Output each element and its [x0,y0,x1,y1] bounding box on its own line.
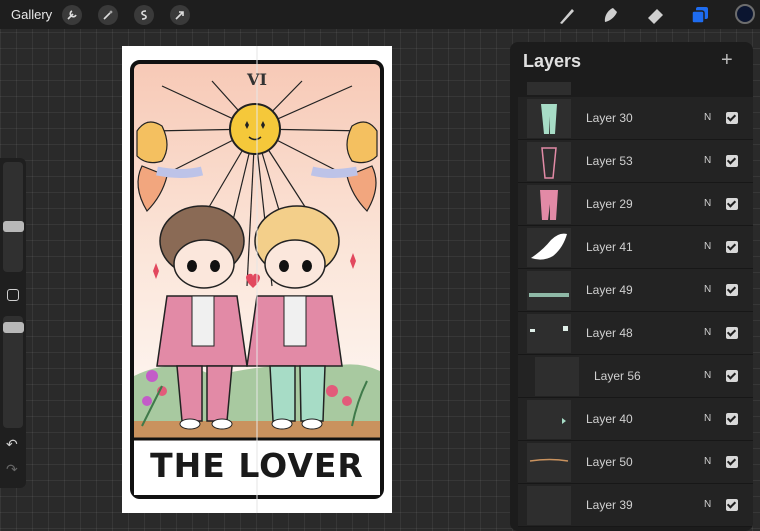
layer-name: Layer 50 [586,455,633,469]
layer-row[interactable]: Layer 41 N [518,226,753,269]
brush-size-slider[interactable] [3,162,23,272]
visibility-checkbox[interactable] [726,413,738,425]
layer-name: Layer 30 [586,111,633,125]
layer-name: Layer 41 [586,240,633,254]
smudge-icon[interactable] [599,4,621,26]
layer-row[interactable]: Layer 39 N [518,484,753,527]
layer-row[interactable]: Layer 50 N [518,441,753,484]
layer-thumbnail-partial [527,82,571,95]
blend-mode-button[interactable]: N [704,241,711,252]
layer-name: Layer 40 [586,412,633,426]
left-sidebar: ↶ ↷ [0,158,26,488]
layer-row[interactable]: Layer 30 N [518,97,753,140]
layer-row[interactable]: Layer 48 N [518,312,753,355]
visibility-checkbox[interactable] [726,198,738,210]
visibility-checkbox[interactable] [726,499,738,511]
layer-thumbnail [535,357,579,396]
tarot-card-artwork [122,46,392,513]
visibility-checkbox[interactable] [726,370,738,382]
eraser-icon[interactable] [645,4,667,26]
layer-row[interactable]: Layer 29 N [518,183,753,226]
card-numeral: VI [247,70,267,89]
selection-icon[interactable] [134,5,154,25]
layer-thumbnail [527,443,571,482]
blend-mode-button[interactable]: N [704,413,711,424]
layers-icon[interactable] [689,4,711,26]
modify-button[interactable] [7,289,19,301]
drawing-canvas[interactable]: VI THE LOVER [122,46,392,513]
layer-name: Layer 53 [586,154,633,168]
visibility-checkbox[interactable] [726,112,738,124]
top-toolbar: Gallery [0,0,760,29]
layer-name: Layer 49 [586,283,633,297]
color-picker-swatch[interactable] [735,4,755,24]
layer-thumbnail [527,142,571,181]
card-title: THE LOVER [150,446,364,485]
layer-row[interactable]: Layer 56 N [518,355,753,398]
undo-icon[interactable]: ↶ [6,436,18,453]
layer-row[interactable]: Layer 40 N [518,398,753,441]
layer-thumbnail [527,185,571,224]
opacity-thumb[interactable] [3,322,24,333]
layer-name: Layer 29 [586,197,633,211]
layer-name: Layer 56 [594,369,641,383]
layer-name: Layer 39 [586,498,633,512]
layer-thumbnail [527,271,571,310]
layers-panel: Layers + Layer 30 N Layer 53 N Layer 29 … [510,42,753,531]
blend-mode-button[interactable]: N [704,198,711,209]
blend-mode-button[interactable]: N [704,499,711,510]
visibility-checkbox[interactable] [726,456,738,468]
blend-mode-button[interactable]: N [704,112,711,123]
visibility-checkbox[interactable] [726,284,738,296]
layer-thumbnail [527,400,571,439]
magic-wand-icon[interactable] [98,5,118,25]
blend-mode-button[interactable]: N [704,370,711,381]
add-layer-button[interactable]: + [721,49,733,72]
gallery-button[interactable]: Gallery [11,7,52,22]
visibility-checkbox[interactable] [726,327,738,339]
brush-icon[interactable] [556,4,578,26]
wrench-icon[interactable] [62,5,82,25]
layer-thumbnail [527,228,571,267]
brush-size-thumb[interactable] [3,221,24,232]
layers-title: Layers [523,51,582,71]
layer-thumbnail [527,99,571,138]
blend-mode-button[interactable]: N [704,456,711,467]
visibility-checkbox[interactable] [726,241,738,253]
visibility-checkbox[interactable] [726,155,738,167]
blend-mode-button[interactable]: N [704,284,711,295]
layer-row[interactable]: Layer 49 N [518,269,753,312]
layer-row[interactable]: Layer 53 N [518,140,753,183]
layer-name: Layer 48 [586,326,633,340]
blend-mode-button[interactable]: N [704,155,711,166]
layer-thumbnail [527,314,571,353]
blend-mode-button[interactable]: N [704,327,711,338]
transform-arrow-icon[interactable] [170,5,190,25]
redo-icon[interactable]: ↷ [6,461,18,478]
layer-thumbnail [527,486,571,525]
